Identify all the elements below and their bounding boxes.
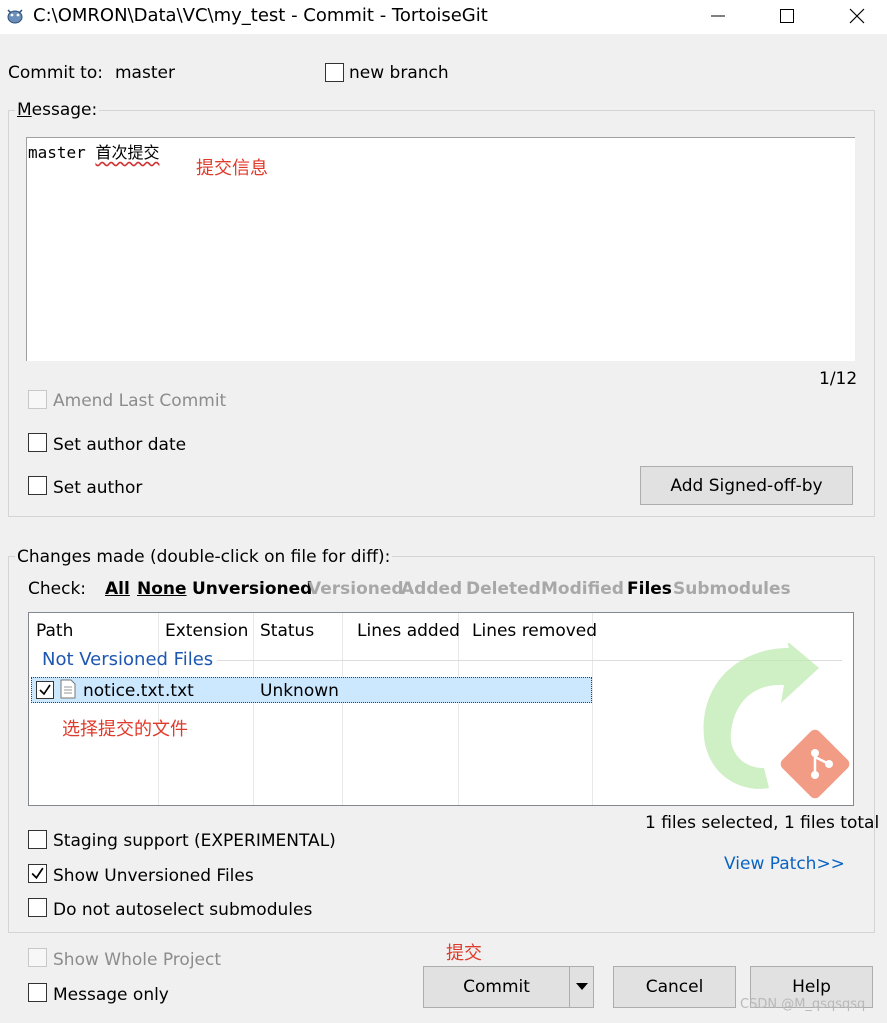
changes-group-label: Changes made (double-click on file for d…: [15, 547, 393, 567]
check-filter-files[interactable]: Files: [627, 579, 672, 599]
message-annotation: 提交信息: [196, 158, 268, 179]
checkmark-icon: [31, 867, 44, 880]
text-file-icon: [60, 679, 76, 699]
check-filter-modified[interactable]: Modified: [541, 579, 624, 599]
commit-annotation: 提交: [446, 943, 482, 964]
file-list[interactable]: Path Extension Status Lines added Lines …: [28, 612, 854, 806]
close-icon: [849, 8, 865, 24]
title-bar: C:\OMRON\Data\VC\my_test - Commit - Tort…: [0, 0, 887, 34]
window-title: C:\OMRON\Data\VC\my_test - Commit - Tort…: [33, 5, 488, 26]
staging-support-checkbox[interactable]: [28, 830, 47, 849]
help-button-label: Help: [792, 977, 831, 997]
no-autoselect-submodules-checkbox[interactable]: [28, 898, 47, 917]
check-label: Check:: [28, 579, 87, 599]
show-unversioned-checkbox[interactable]: [28, 864, 47, 883]
set-author-date-checkbox[interactable]: [28, 433, 47, 452]
file-status: Unknown: [260, 681, 339, 701]
tortoisegit-watermark-icon: [703, 643, 850, 799]
checkmark-icon: [39, 684, 51, 696]
column-divider: [592, 613, 593, 805]
cancel-button[interactable]: Cancel: [613, 966, 736, 1008]
message-group-label-rest: essage:: [31, 100, 98, 120]
column-divider: [458, 613, 459, 805]
column-header-lines-removed[interactable]: Lines removed: [472, 621, 597, 641]
column-header-lines-added[interactable]: Lines added: [357, 621, 460, 641]
add-signed-off-by-button[interactable]: Add Signed-off-by: [640, 466, 853, 505]
close-button[interactable]: [834, 0, 880, 32]
column-divider: [253, 613, 254, 805]
minimize-icon: [711, 15, 725, 17]
message-group-label-mnemonic: M: [17, 100, 32, 120]
commit-button-label: Commit: [463, 977, 530, 997]
column-divider: [342, 613, 343, 805]
file-path: notice.txt: [83, 681, 165, 701]
check-filter-versioned[interactable]: Versioned: [308, 579, 404, 599]
maximize-icon: [780, 9, 794, 23]
cancel-button-label: Cancel: [645, 977, 704, 997]
message-text-ascii: master: [28, 143, 96, 162]
new-branch-checkbox[interactable]: [325, 63, 344, 82]
branch-name: master: [115, 63, 175, 83]
tortoisegit-app-icon: [7, 9, 23, 24]
commit-button[interactable]: Commit: [423, 966, 570, 1008]
set-author-date-label: Set author date: [53, 435, 187, 455]
file-checkbox[interactable]: [36, 681, 54, 699]
message-counter: 1/12: [819, 369, 858, 389]
check-filter-unversioned[interactable]: Unversioned: [192, 579, 312, 599]
check-filter-added[interactable]: Added: [401, 579, 462, 599]
message-only-label: Message only: [53, 985, 169, 1005]
check-filter-all[interactable]: All: [105, 579, 130, 599]
commit-to-label: Commit to:: [8, 63, 103, 83]
message-text-cjk: 首次提交: [95, 143, 160, 162]
column-divider: [158, 613, 159, 805]
show-unversioned-label: Show Unversioned Files: [53, 866, 254, 886]
message-text[interactable]: master 首次提交: [28, 139, 159, 163]
maximize-button[interactable]: [764, 0, 810, 32]
column-header-status[interactable]: Status: [260, 621, 314, 641]
no-autoselect-submodules-label: Do not autoselect submodules: [53, 900, 313, 920]
dropdown-arrow-icon: [575, 983, 588, 990]
group-header-not-versioned: Not Versioned Files: [42, 649, 214, 670]
view-patch-link[interactable]: View Patch>>: [724, 854, 845, 874]
set-author-checkbox[interactable]: [28, 476, 47, 495]
show-whole-project-checkbox[interactable]: [28, 948, 47, 967]
file-extension: .txt: [165, 681, 194, 701]
set-author-label: Set author: [53, 478, 143, 498]
new-branch-label: new branch: [349, 63, 449, 83]
csdn-watermark: CSDN @M_qsqsqsq: [740, 997, 866, 1012]
message-only-checkbox[interactable]: [28, 983, 47, 1002]
file-annotation: 选择提交的文件: [62, 719, 188, 740]
check-filter-submodules[interactable]: Submodules: [673, 579, 791, 599]
column-header-extension[interactable]: Extension: [165, 621, 248, 641]
amend-last-commit-checkbox[interactable]: [28, 390, 47, 409]
column-header-path[interactable]: Path: [36, 621, 73, 641]
staging-support-label: Staging support (EXPERIMENTAL): [53, 831, 336, 851]
message-input[interactable]: [26, 137, 855, 361]
file-summary: 1 files selected, 1 files total: [645, 813, 880, 833]
add-signed-off-by-label: Add Signed-off-by: [670, 475, 823, 496]
show-whole-project-label: Show Whole Project: [53, 950, 222, 970]
minimize-button[interactable]: [695, 0, 741, 32]
message-group-label: Message:: [15, 100, 100, 120]
check-filter-none[interactable]: None: [137, 579, 187, 599]
commit-dropdown-button[interactable]: [569, 966, 594, 1008]
amend-last-commit-label: Amend Last Commit: [53, 391, 227, 411]
check-filter-deleted[interactable]: Deleted: [466, 579, 541, 599]
